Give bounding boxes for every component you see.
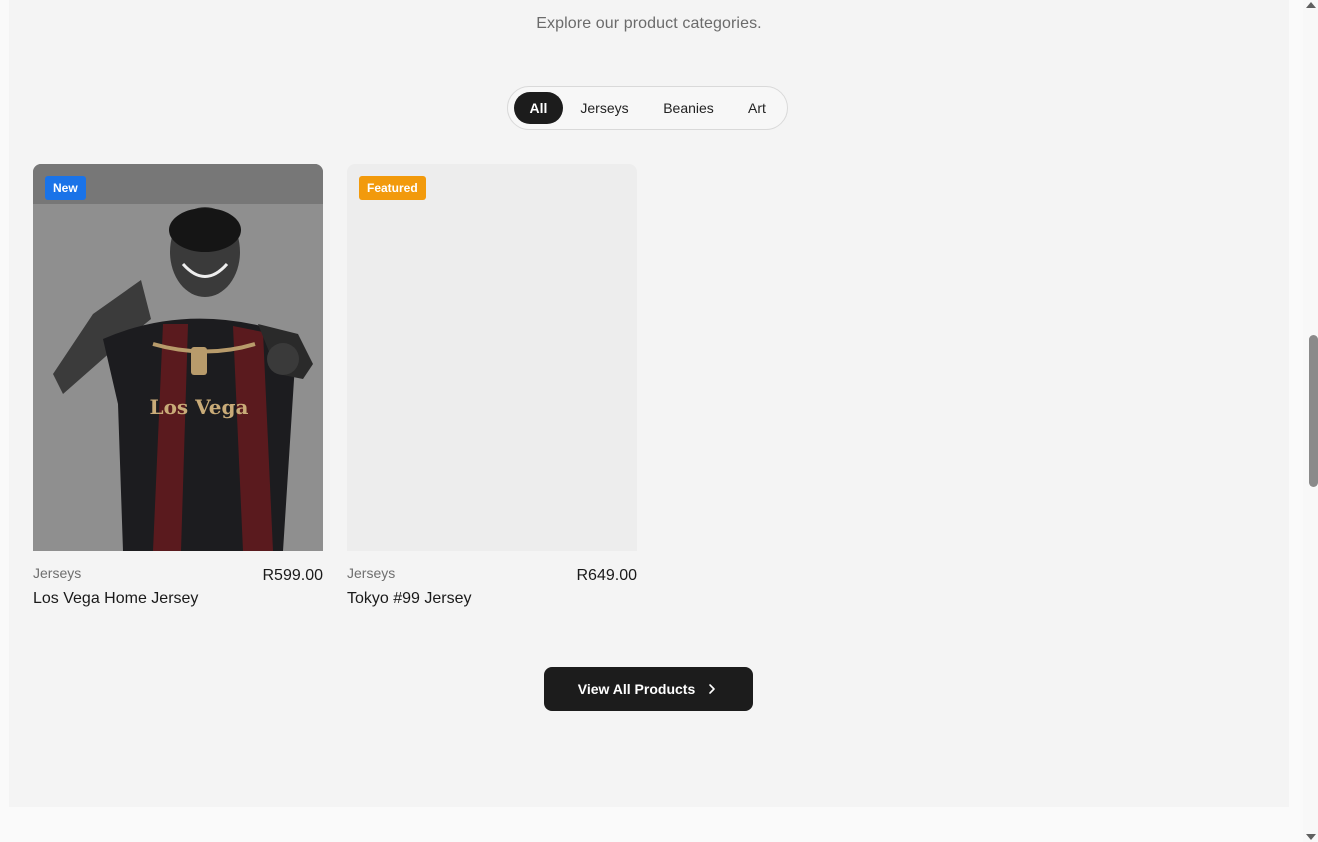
- product-meta: Jerseys R599.00 Los Vega Home Jersey: [33, 551, 323, 611]
- jersey-print-text: Los Vega: [150, 395, 249, 419]
- product-card[interactable]: Featured Jerseys R649.00 Tokyo #99 Jerse…: [347, 164, 637, 611]
- vertical-scrollbar[interactable]: [1303, 0, 1318, 842]
- filter-tab-beanies[interactable]: Beanies: [646, 92, 731, 124]
- product-price: R649.00: [576, 567, 638, 584]
- product-photo-jersey-model: Los Vega: [33, 164, 323, 551]
- products-section: Explore our product categories. All Jers…: [9, 0, 1289, 807]
- category-filter-bar: All Jerseys Beanies Art: [507, 86, 788, 130]
- product-meta: Jerseys R649.00 Tokyo #99 Jersey: [347, 551, 637, 611]
- product-category: Jerseys: [33, 565, 82, 581]
- filter-tab-all[interactable]: All: [514, 92, 563, 124]
- filter-tab-art[interactable]: Art: [731, 92, 783, 124]
- product-category: Jerseys: [347, 565, 396, 581]
- chevron-right-icon: [709, 684, 716, 694]
- scroll-up-arrow-icon[interactable]: [1306, 2, 1316, 8]
- scroll-down-arrow-icon[interactable]: [1306, 834, 1316, 840]
- product-image-placeholder[interactable]: Featured: [347, 164, 637, 551]
- view-all-label: View All Products: [577, 681, 696, 697]
- product-name[interactable]: Tokyo #99 Jersey: [347, 590, 472, 608]
- product-card[interactable]: Los Vega New Jerseys R599.00 Los Vega Ho…: [33, 164, 323, 611]
- scrollbar-thumb[interactable]: [1309, 335, 1318, 487]
- product-image[interactable]: Los Vega New: [33, 164, 323, 551]
- badge-new: New: [45, 176, 86, 200]
- badge-featured: Featured: [359, 176, 426, 200]
- product-name[interactable]: Los Vega Home Jersey: [33, 590, 198, 608]
- product-price: R599.00: [262, 567, 324, 584]
- filter-tab-jerseys[interactable]: Jerseys: [563, 92, 646, 124]
- section-subtitle: Explore our product categories.: [536, 15, 762, 32]
- view-all-products-button[interactable]: View All Products: [544, 667, 753, 711]
